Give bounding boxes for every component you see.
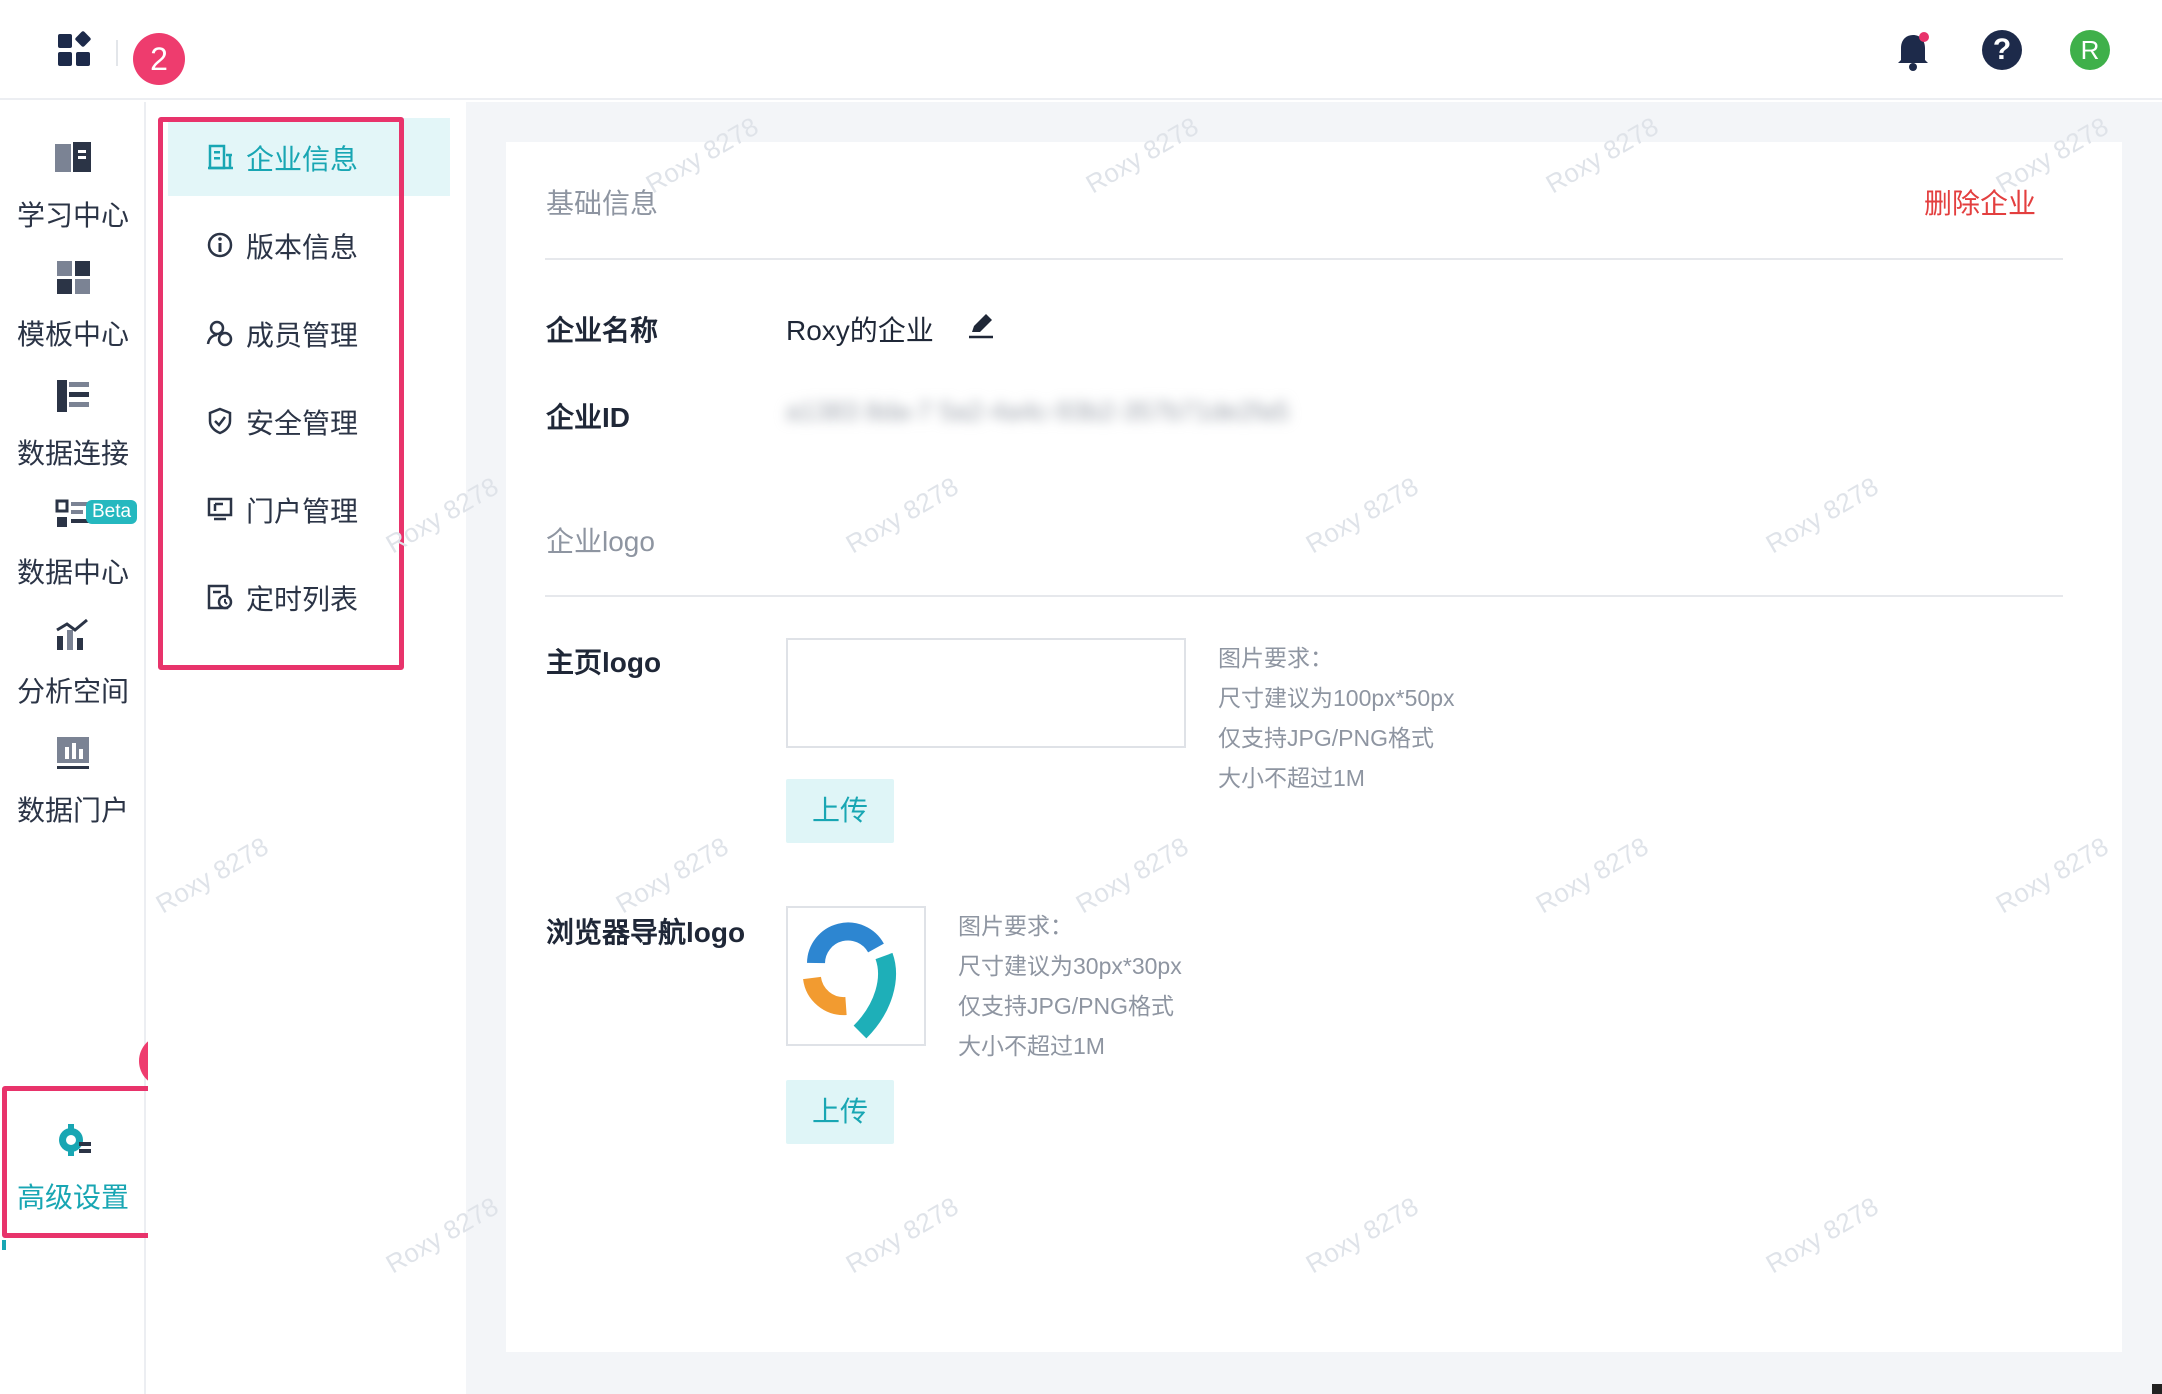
nav-logo-preview [786, 906, 926, 1046]
highlight-box-2 [158, 117, 404, 670]
delete-company-link[interactable]: 删除企业 [1924, 182, 2036, 222]
home-logo-preview [786, 638, 1186, 748]
portal-icon [57, 737, 89, 769]
basic-info-title: 基础信息 [546, 188, 659, 219]
divider [116, 40, 118, 66]
active-indicator [2, 1240, 6, 1250]
edit-icon[interactable] [966, 310, 996, 340]
company-logo-image [803, 922, 896, 1039]
sidebar-item-portal[interactable]: 数据门户 [0, 697, 146, 847]
home-logo-upload-button[interactable]: 上传 [786, 779, 894, 843]
company-id-value: a1383 8da-7 5a2-4a4c-93b2-357b71de2fa5 [786, 396, 1290, 426]
avatar[interactable]: R [2070, 30, 2110, 70]
company-name-value: Roxy的企业 [786, 315, 934, 346]
window-corner [2152, 1384, 2162, 1394]
nav-logo-label: 浏览器导航logo [546, 917, 746, 948]
template-icon [57, 261, 90, 294]
data-connect-icon [57, 380, 89, 412]
step-marker-2: 2 [133, 33, 185, 85]
sidebar-item-label: 数据门户 [16, 795, 129, 826]
bell-icon[interactable] [1893, 28, 1933, 72]
nav-logo-requirements: 图片要求： 尺寸建议为30px*30px 仅支持JPG/PNG格式 大小不超过1… [958, 913, 1182, 1059]
company-id-label: 企业ID [546, 402, 631, 433]
company-name-label: 企业名称 [546, 315, 659, 346]
nav-logo-upload-button[interactable]: 上传 [786, 1080, 894, 1144]
top-bar: ? R [0, 0, 2162, 100]
home-logo-label: 主页logo [546, 647, 662, 678]
help-icon[interactable]: ? [1982, 30, 2022, 70]
home-logo-requirements: 图片要求： 尺寸建议为100px*50px 仅支持JPG/PNG格式 大小不超过… [1218, 645, 1455, 791]
analysis-icon [56, 618, 88, 650]
logo-section-title: 企业logo [546, 526, 655, 557]
divider [545, 595, 2063, 597]
apps-grid-icon[interactable] [56, 30, 96, 70]
book-icon [55, 142, 91, 172]
divider [545, 258, 2063, 260]
beta-badge: Beta [86, 500, 138, 524]
highlight-box-1 [2, 1086, 156, 1238]
